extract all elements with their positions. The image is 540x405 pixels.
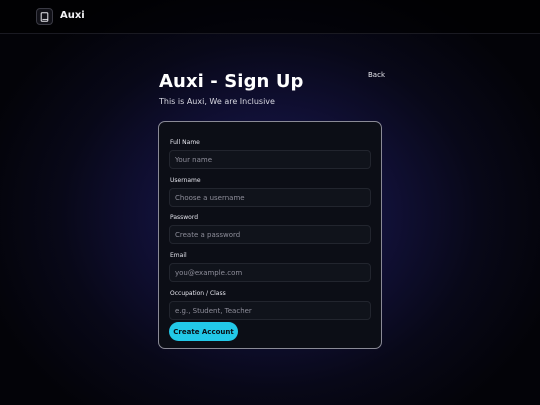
username-label: Username bbox=[170, 177, 201, 184]
occupation-input[interactable] bbox=[169, 301, 371, 320]
page-title: Auxi - Sign Up bbox=[159, 71, 304, 92]
full-name-input[interactable] bbox=[169, 150, 371, 169]
signup-form-card: Full Name Username Password Email Occupa… bbox=[158, 121, 382, 349]
full-name-label: Full Name bbox=[170, 139, 200, 146]
back-link[interactable]: Back bbox=[368, 71, 385, 79]
app-name[interactable]: Auxi bbox=[60, 10, 85, 21]
book-icon[interactable] bbox=[36, 8, 53, 25]
email-input[interactable] bbox=[169, 263, 371, 282]
password-input[interactable] bbox=[169, 225, 371, 244]
create-account-button[interactable]: Create Account bbox=[169, 322, 238, 341]
occupation-label: Occupation / Class bbox=[170, 290, 226, 297]
page-subtitle: This is Auxi, We are Inclusive bbox=[159, 97, 275, 106]
top-navbar: Auxi bbox=[0, 0, 540, 34]
username-input[interactable] bbox=[169, 188, 371, 207]
email-label: Email bbox=[170, 252, 187, 259]
password-label: Password bbox=[170, 214, 199, 221]
